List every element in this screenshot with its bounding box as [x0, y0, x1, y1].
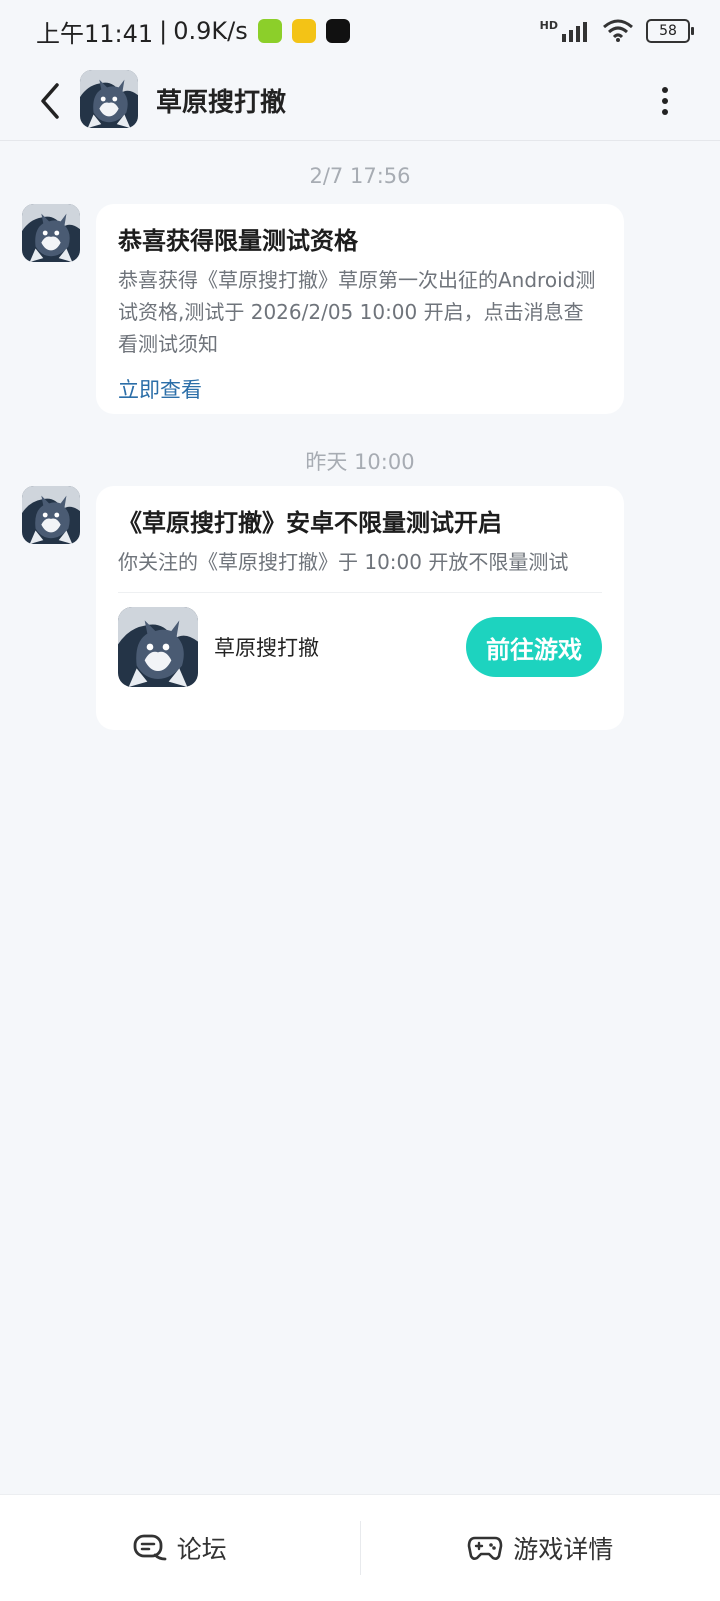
- more-button[interactable]: [650, 78, 680, 124]
- message-card[interactable]: 《草原搜打撤》安卓不限量测试开启 你关注的《草原搜打撤》于 10:00 开放不限…: [96, 486, 624, 730]
- sender-avatar[interactable]: [22, 204, 80, 262]
- signal-icon: [560, 20, 590, 42]
- status-time: 上午11:41: [36, 14, 153, 49]
- go-to-game-button[interactable]: 前往游戏: [466, 617, 602, 677]
- forum-chat-icon: [133, 1533, 167, 1563]
- notification-app-icon: [292, 19, 316, 43]
- message-timestamp: 昨天 10:00: [0, 446, 720, 476]
- status-speed: 0.9K/s: [173, 17, 248, 45]
- card-divider: [118, 592, 602, 593]
- message-timestamp: 2/7 17:56: [0, 164, 720, 188]
- status-bar: 上午11:41 | 0.9K/s HD 58: [0, 0, 720, 62]
- game-row[interactable]: 草原搜打撤 前往游戏: [118, 607, 602, 687]
- game-name: 草原搜打撤: [214, 632, 319, 662]
- status-right: HD 58: [540, 19, 690, 43]
- chat-header: 草原搜打撤: [0, 62, 720, 141]
- chevron-left-icon: [37, 81, 63, 121]
- sender-avatar[interactable]: [22, 486, 80, 544]
- status-separator: |: [159, 17, 167, 45]
- network-label: HD: [540, 19, 558, 32]
- bottom-bar: 论坛 游戏详情: [0, 1494, 720, 1601]
- message-title: 《草原搜打撤》安卓不限量测试开启: [118, 506, 602, 540]
- notification-app-icon: [258, 19, 282, 43]
- back-button[interactable]: [30, 76, 70, 126]
- battery-indicator: 58: [646, 19, 690, 43]
- message-body: 恭喜获得《草原搜打撤》草原第一次出征的Android测试资格,测试于 2026/…: [118, 264, 602, 360]
- game-details-button[interactable]: 游戏详情: [361, 1495, 720, 1601]
- gamepad-icon: [467, 1534, 503, 1562]
- message-card[interactable]: 恭喜获得限量测试资格 恭喜获得《草原搜打撤》草原第一次出征的Android测试资…: [96, 204, 624, 414]
- more-vertical-icon: [661, 86, 669, 116]
- wifi-icon: [602, 19, 634, 43]
- game-details-label: 游戏详情: [513, 1530, 613, 1566]
- game-icon[interactable]: [118, 607, 198, 687]
- header-avatar[interactable]: [80, 70, 138, 128]
- message-title: 恭喜获得限量测试资格: [118, 224, 602, 258]
- tiktok-icon: [326, 19, 350, 43]
- forum-button[interactable]: 论坛: [0, 1495, 360, 1601]
- forum-label: 论坛: [177, 1530, 227, 1566]
- status-left: 上午11:41 | 0.9K/s: [36, 14, 350, 49]
- page-title: 草原搜打撤: [156, 82, 286, 119]
- message-body: 你关注的《草原搜打撤》于 10:00 开放不限量测试: [118, 546, 602, 578]
- view-now-link[interactable]: 立即查看: [118, 374, 202, 404]
